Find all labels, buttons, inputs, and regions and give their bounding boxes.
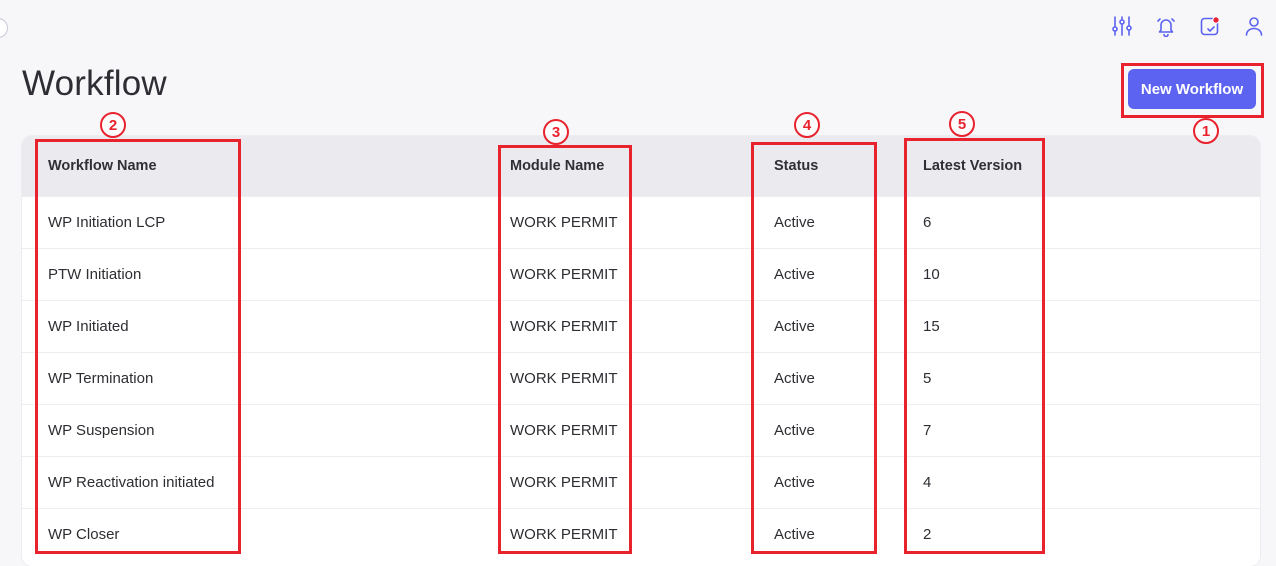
column-header-workflow-name[interactable]: Workflow Name (22, 136, 496, 197)
status-cell: Active (761, 300, 911, 353)
annotation-badge-1: 1 (1193, 118, 1219, 144)
table-row[interactable]: WP Initiated WORK PERMIT Active 15 (22, 300, 1260, 353)
latest-version-cell: 5 (911, 352, 1260, 405)
latest-version-cell: 2 (911, 508, 1260, 560)
annotation-badge-3: 3 (543, 119, 569, 145)
workflow-name-cell: WP Closer (22, 508, 496, 560)
latest-version-cell: 4 (911, 456, 1260, 509)
bell-icon[interactable] (1154, 14, 1178, 38)
workflow-name-cell: PTW Initiation (22, 248, 496, 301)
status-cell: Active (761, 456, 911, 509)
annotation-badge-2: 2 (100, 112, 126, 138)
latest-version-cell: 6 (911, 196, 1260, 249)
table-row[interactable]: WP Initiation LCP WORK PERMIT Active 6 (22, 196, 1260, 249)
annotation-badge-5: 5 (949, 111, 975, 137)
sidebar-toggle[interactable] (0, 18, 8, 38)
workflow-name-cell: WP Initiated (22, 300, 496, 353)
workflow-table: Workflow Name Module Name Status Latest … (22, 136, 1260, 566)
status-cell: Active (761, 248, 911, 301)
latest-version-cell: 10 (911, 248, 1260, 301)
table-row[interactable]: WP Termination WORK PERMIT Active 5 (22, 352, 1260, 405)
sliders-icon[interactable] (1110, 14, 1134, 38)
module-name-cell: WORK PERMIT (496, 196, 761, 249)
table-row[interactable]: WP Suspension WORK PERMIT Active 7 (22, 404, 1260, 457)
table-row[interactable]: WP Reactivation initiated WORK PERMIT Ac… (22, 456, 1260, 509)
table-header-row: Workflow Name Module Name Status Latest … (22, 136, 1260, 197)
workflow-name-cell: WP Termination (22, 352, 496, 405)
workflow-name-cell: WP Suspension (22, 404, 496, 457)
status-cell: Active (761, 352, 911, 405)
module-name-cell: WORK PERMIT (496, 508, 761, 560)
module-name-cell: WORK PERMIT (496, 248, 761, 301)
column-header-module-name[interactable]: Module Name (496, 136, 761, 197)
column-header-latest-version[interactable]: Latest Version (911, 136, 1260, 197)
module-name-cell: WORK PERMIT (496, 456, 761, 509)
calendar-check-icon[interactable] (1198, 14, 1222, 38)
workflow-name-cell: WP Initiation LCP (22, 196, 496, 249)
top-toolbar (1110, 14, 1266, 38)
status-cell: Active (761, 196, 911, 249)
status-cell: Active (761, 404, 911, 457)
latest-version-cell: 15 (911, 300, 1260, 353)
latest-version-cell: 7 (911, 404, 1260, 457)
table-row[interactable]: WP Closer WORK PERMIT Active 2 (22, 508, 1260, 560)
module-name-cell: WORK PERMIT (496, 404, 761, 457)
table-row[interactable]: PTW Initiation WORK PERMIT Active 10 (22, 248, 1260, 301)
column-header-status[interactable]: Status (761, 136, 911, 197)
new-workflow-button[interactable]: New Workflow (1128, 69, 1256, 109)
module-name-cell: WORK PERMIT (496, 300, 761, 353)
page-title: Workflow (22, 64, 167, 103)
workflow-name-cell: WP Reactivation initiated (22, 456, 496, 509)
annotation-badge-4: 4 (794, 112, 820, 138)
user-icon[interactable] (1242, 14, 1266, 38)
module-name-cell: WORK PERMIT (496, 352, 761, 405)
status-cell: Active (761, 508, 911, 560)
